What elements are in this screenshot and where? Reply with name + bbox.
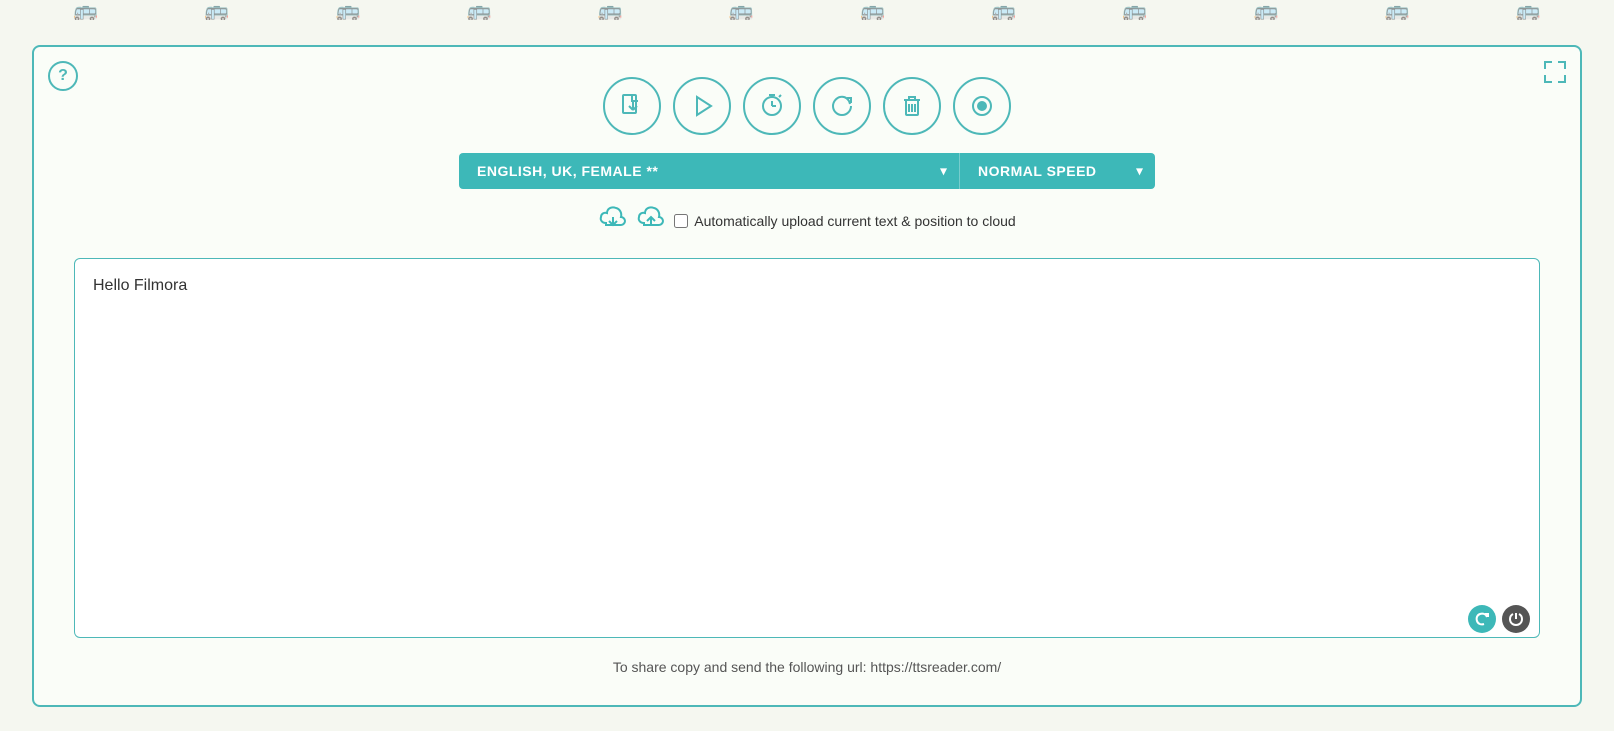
deco-icon-12: 🚌	[1516, 0, 1541, 20]
auto-upload-label[interactable]: Automatically upload current text & posi…	[674, 213, 1015, 229]
timer-icon	[759, 93, 785, 119]
toolbar	[74, 77, 1540, 135]
trash-icon	[899, 93, 925, 119]
refresh-button[interactable]	[1468, 605, 1496, 633]
voice-select-wrapper[interactable]: ENGLISH, UK, FEMALE ** ENGLISH, US, MALE…	[459, 153, 959, 189]
auto-upload-text: Automatically upload current text & posi…	[694, 213, 1015, 229]
footer-text: To share copy and send the following url…	[613, 659, 1001, 675]
record-icon	[969, 93, 995, 119]
deco-icon-4: 🚌	[467, 0, 492, 20]
play-button[interactable]	[673, 77, 731, 135]
speed-select-wrapper[interactable]: NORMAL SPEED SLOW SPEED FAST SPEED VERY …	[959, 153, 1155, 189]
deco-icon-9: 🚌	[1122, 0, 1147, 20]
page-wrapper: 🚌 🚌 🚌 🚌 🚌 🚌 🚌 🚌 🚌 🚌 🚌 🚌 ?	[0, 0, 1614, 731]
expand-icon	[1544, 61, 1566, 83]
delete-button[interactable]	[883, 77, 941, 135]
reload-icon	[829, 93, 855, 119]
play-icon	[689, 93, 715, 119]
footer: To share copy and send the following url…	[74, 659, 1540, 675]
deco-icon-2: 🚌	[204, 0, 229, 20]
import-file-button[interactable]	[603, 77, 661, 135]
deco-icon-5: 🚌	[598, 0, 623, 20]
main-panel: ?	[32, 45, 1582, 707]
dropdowns-row: ENGLISH, UK, FEMALE ** ENGLISH, US, MALE…	[74, 153, 1540, 189]
cloud-row: Automatically upload current text & posi…	[74, 203, 1540, 240]
power-icon	[1508, 611, 1524, 627]
deco-icon-7: 🚌	[860, 0, 885, 20]
power-button[interactable]	[1502, 605, 1530, 633]
deco-icon-11: 🚌	[1385, 0, 1410, 20]
help-button[interactable]: ?	[48, 61, 78, 91]
deco-icon-8: 🚌	[991, 0, 1016, 20]
refresh-icon	[1474, 611, 1490, 627]
cloud-download-icon[interactable]	[598, 203, 628, 240]
text-area-wrapper: Hello Filmora	[74, 258, 1540, 643]
deco-icon-10: 🚌	[1254, 0, 1279, 20]
speed-select[interactable]: NORMAL SPEED SLOW SPEED FAST SPEED VERY …	[959, 153, 1155, 189]
timer-button[interactable]	[743, 77, 801, 135]
auto-upload-checkbox[interactable]	[674, 214, 688, 228]
record-button[interactable]	[953, 77, 1011, 135]
textarea-corner-icons	[1468, 605, 1530, 633]
top-decoration: 🚌 🚌 🚌 🚌 🚌 🚌 🚌 🚌 🚌 🚌 🚌 🚌	[0, 0, 1614, 20]
main-textarea[interactable]: Hello Filmora	[74, 258, 1540, 638]
deco-icon-1: 🚌	[73, 0, 98, 20]
deco-icon-6: 🚌	[729, 0, 754, 20]
voice-select[interactable]: ENGLISH, UK, FEMALE ** ENGLISH, US, MALE…	[459, 153, 959, 189]
cloud-upload-icon[interactable]	[636, 203, 666, 240]
import-icon	[619, 93, 645, 119]
expand-button[interactable]	[1544, 61, 1566, 89]
deco-icon-3: 🚌	[335, 0, 360, 20]
reload-button[interactable]	[813, 77, 871, 135]
